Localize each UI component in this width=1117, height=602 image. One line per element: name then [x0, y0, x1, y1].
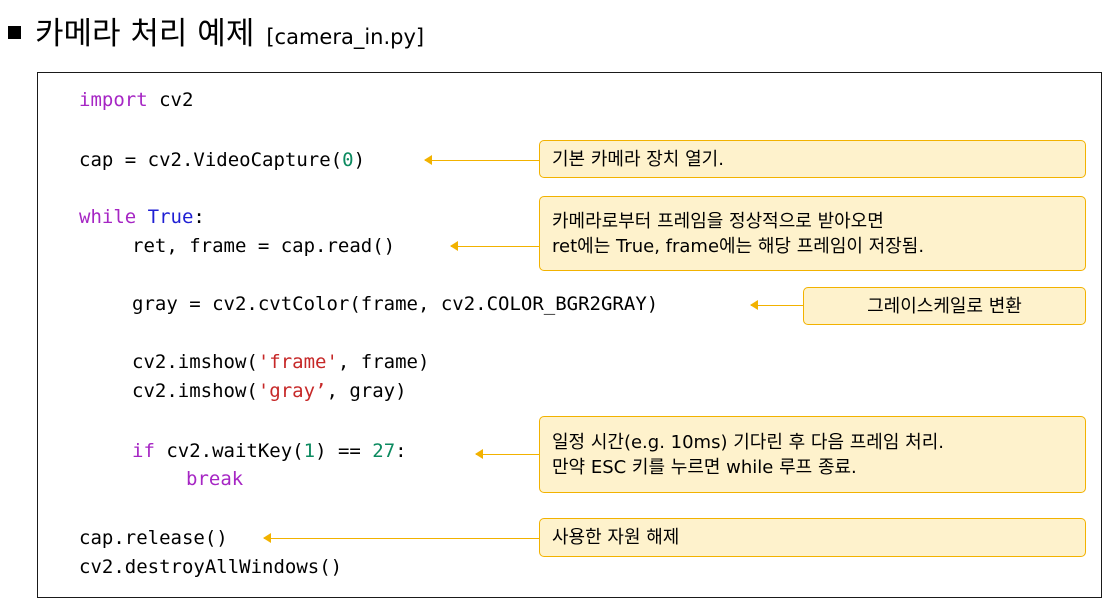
code-line-imshow-frame: cv2.imshow('frame', frame) [132, 350, 429, 374]
code-text: ) == [315, 440, 373, 462]
code-line-read: ret, frame = cap.read() [132, 235, 396, 257]
keyword-import: import [79, 89, 148, 111]
code-line-videocapture: cap = cv2.VideoCapture(0) [79, 148, 365, 172]
code-text: cv2.imshow( [132, 351, 258, 373]
arrow-left-icon [475, 449, 539, 459]
code-line-break: break [186, 467, 243, 491]
callout-read-frame: 카메라로부터 프레임을 정상적으로 받아오면 ret에는 True, frame… [539, 196, 1086, 271]
string-literal: 'frame' [257, 351, 338, 373]
code-text: , gray) [326, 380, 407, 402]
string-literal: 'gray’ [257, 380, 327, 402]
code-text: : [395, 440, 407, 462]
code-text: cv2.waitKey( [154, 440, 304, 462]
code-line-release: cap.release() [79, 527, 228, 549]
arrow-left-icon [424, 155, 539, 165]
code-text: cv2 [147, 89, 194, 111]
arrow-left-icon [450, 241, 539, 251]
callout-text: 기본 카메라 장치 열기. [552, 148, 724, 170]
callout-waitkey: 일정 시간(e.g. 10ms) 기다린 후 다음 프레임 처리. 만약 ESC… [539, 416, 1086, 493]
title-filename: [camera_in.py] [266, 25, 425, 49]
code-line-while: while True: [79, 205, 205, 229]
number-literal: 27 [372, 440, 396, 462]
title-main: 카메라 처리 예제 [35, 16, 255, 52]
arrow-left-icon [263, 533, 539, 543]
code-text: , frame) [337, 351, 430, 373]
code-text: : [193, 206, 205, 228]
keyword-while: while [79, 206, 137, 228]
callout-text: 일정 시간(e.g. 10ms) 기다린 후 다음 프레임 처리. [552, 431, 944, 453]
keyword-break: break [186, 468, 244, 490]
callout-text: 카메라로부터 프레임을 정상적으로 받아오면 [552, 210, 884, 232]
square-bullet-icon [8, 26, 21, 39]
callout-text: 만약 ESC 키를 누르면 while 루프 종료. [552, 456, 857, 478]
number-literal: 0 [342, 149, 354, 171]
callout-text: 사용한 자원 해제 [552, 527, 680, 548]
callout-grayscale: 그레이스케일로 변환 [803, 287, 1086, 325]
arrow-left-icon [750, 300, 803, 310]
number-literal: 1 [303, 440, 316, 462]
code-line-waitkey: if cv2.waitKey(1) == 27: [132, 439, 407, 463]
code-line-cvtcolor: gray = cv2.cvtColor(frame, cv2.COLOR_BGR… [132, 293, 659, 315]
code-text: ) [353, 149, 366, 171]
code-text: cv2.imshow( [132, 380, 258, 402]
callout-text: 그레이스케일로 변환 [867, 295, 1022, 317]
slide-title: 카메라 처리 예제 [camera_in.py] [8, 8, 424, 64]
code-text: cap = cv2.VideoCapture( [79, 149, 343, 171]
callout-text: ret에는 True, frame에는 해당 프레임이 저장됨. [552, 235, 925, 257]
keyword-if: if [132, 440, 155, 462]
code-line-imshow-gray: cv2.imshow('gray’, gray) [132, 379, 407, 403]
callout-camera-open: 기본 카메라 장치 열기. [539, 140, 1086, 178]
code-line-destroy: cv2.destroyAllWindows() [79, 556, 343, 578]
callout-release: 사용한 자원 해제 [539, 518, 1086, 557]
code-line-import: import cv2 [79, 88, 193, 112]
keyword-true: True [147, 206, 194, 228]
